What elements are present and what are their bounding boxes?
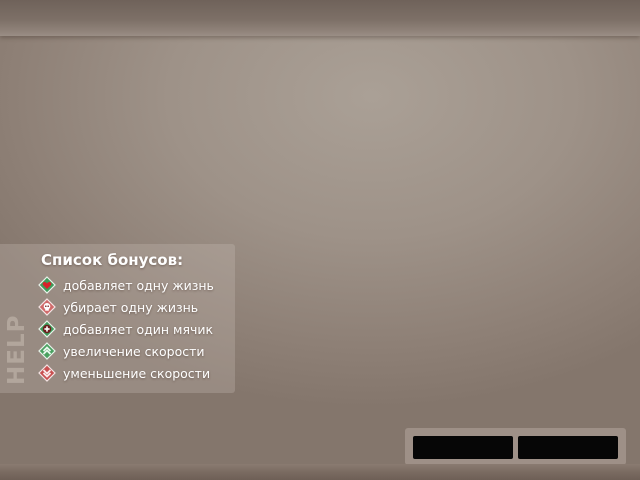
bonus-list: добавляет одну жизнь убирает одну жизнь [38, 274, 214, 384]
list-item: добавляет один мячик [38, 318, 214, 340]
list-item: уменьшение скорости [38, 362, 214, 384]
heart-bonus-icon [38, 276, 56, 294]
speed-up-bonus-icon [38, 342, 56, 360]
help-vertical-label: HELP [0, 244, 34, 393]
list-item: увеличение скорости [38, 340, 214, 362]
speed-down-bonus-icon [38, 364, 56, 382]
bonus-label: уменьшение скорости [63, 365, 211, 381]
help-vertical-text: HELP [4, 315, 30, 385]
list-item: добавляет одну жизнь [38, 274, 214, 296]
list-item: убирает одну жизнь [38, 296, 214, 318]
plus-ball-bonus-icon [38, 320, 56, 338]
bonus-label: увеличение скорости [63, 343, 205, 359]
bonus-list-title: Список бонусов: [41, 251, 184, 269]
left-black-button[interactable] [413, 436, 513, 459]
bonus-label: добавляет одну жизнь [63, 277, 214, 293]
bonus-label: добавляет один мячик [63, 321, 214, 337]
right-black-button[interactable] [518, 436, 618, 459]
skull-bonus-icon [38, 298, 56, 316]
bottom-bar [0, 464, 640, 480]
top-bar [0, 0, 640, 36]
help-panel: HELP Список бонусов: добавляет одну жизн… [0, 244, 235, 393]
button-bar [405, 428, 626, 465]
bonus-label: убирает одну жизнь [63, 299, 199, 315]
